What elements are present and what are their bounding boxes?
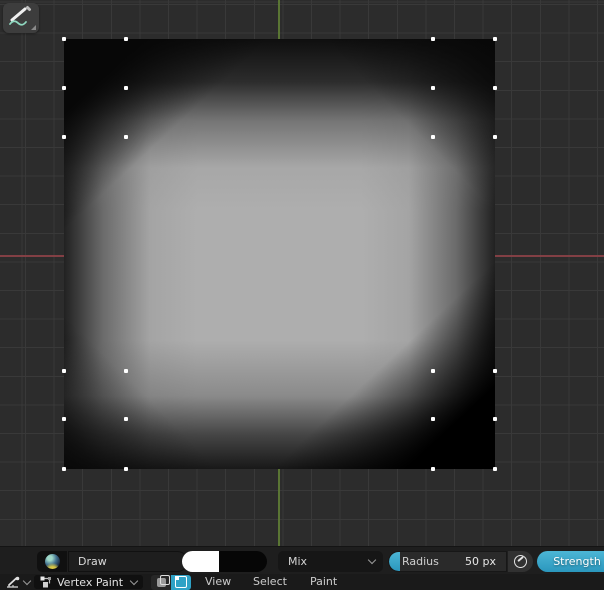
chevron-down-icon: [129, 576, 139, 585]
painted-mesh-plane[interactable]: [62, 37, 497, 471]
mesh-vertex-dot: [431, 369, 435, 373]
face-mask-icon: [156, 574, 170, 587]
mesh-vertex-dot: [493, 37, 497, 41]
mesh-vertex-dot: [493, 135, 497, 139]
3d-viewport[interactable]: [0, 0, 604, 546]
brush-preview-button[interactable]: [37, 551, 67, 572]
tool-flyout-indicator: [31, 25, 36, 30]
mesh-vertex-dot: [62, 37, 66, 41]
mesh-vertex-dot: [431, 467, 435, 471]
mode-dropdown-value: Vertex Paint: [57, 575, 124, 589]
mesh-vertex-dot: [493, 467, 497, 471]
mesh-vertex-dot: [124, 467, 128, 471]
editor-type-icon: [6, 576, 19, 588]
menu-paint[interactable]: Paint: [310, 574, 337, 590]
mesh-vertex-dot: [62, 86, 66, 90]
editor-type-button[interactable]: [3, 575, 32, 589]
strength-label: Strength: [553, 555, 601, 568]
chevron-down-icon: [367, 555, 377, 565]
mesh-vertex-dot: [431, 417, 435, 421]
mesh-vertex-dot: [62, 467, 66, 471]
mesh-vertex-dot: [124, 86, 128, 90]
face-selection-mask-toggle[interactable]: [151, 574, 171, 590]
radius-pressure-toggle[interactable]: [508, 551, 533, 572]
menu-select[interactable]: Select: [253, 574, 287, 590]
mesh-vertex-dot: [493, 417, 497, 421]
mesh-vertex-dot: [493, 369, 497, 373]
brush-name-field[interactable]: Draw: [68, 551, 188, 572]
mesh-vertex-dot: [431, 37, 435, 41]
strength-slider[interactable]: Strength: [537, 551, 604, 572]
primary-color-swatch[interactable]: [182, 551, 219, 572]
mesh-vertex-dot: [493, 86, 497, 90]
mesh-vertex-dot: [124, 135, 128, 139]
blend-mode-dropdown[interactable]: Mix: [278, 551, 383, 572]
blender-window: Draw Mix Radius 50 px Strength Vertex Pa…: [0, 0, 604, 590]
mesh-vertex-dot: [62, 369, 66, 373]
stylus-pressure-icon: [514, 555, 527, 568]
mesh-vertex-dot: [124, 37, 128, 41]
mesh-vertex-dot: [124, 417, 128, 421]
radius-slider-fill: [389, 552, 400, 571]
vertex-paint-mode-icon: [40, 576, 51, 588]
mesh-vertex-dot: [62, 135, 66, 139]
radius-label: Radius: [402, 555, 439, 568]
mode-dropdown[interactable]: Vertex Paint: [34, 575, 143, 589]
vertex-mask-icon: [175, 576, 187, 588]
blend-mode-value: Mix: [288, 555, 308, 568]
paint-mask-toggles: [151, 574, 191, 590]
tool-settings-bar: Draw Mix Radius 50 px Strength: [0, 546, 604, 574]
draw-tool-button[interactable]: [3, 3, 39, 33]
vertex-selection-mask-toggle[interactable]: [171, 574, 191, 590]
menu-view[interactable]: View: [205, 574, 231, 590]
mesh-vertex-dot: [124, 369, 128, 373]
viewport-header: Vertex Paint View Select Paint: [0, 574, 604, 590]
mesh-vertex-dot: [62, 417, 66, 421]
radius-value: 50 px: [465, 555, 496, 568]
mesh-vertex-dot: [431, 86, 435, 90]
secondary-color-swatch[interactable]: [219, 551, 267, 572]
brush-sphere-icon: [44, 554, 60, 569]
mesh-vertex-dot: [431, 135, 435, 139]
chevron-down-icon: [22, 576, 31, 585]
radius-slider[interactable]: Radius 50 px: [388, 551, 507, 572]
